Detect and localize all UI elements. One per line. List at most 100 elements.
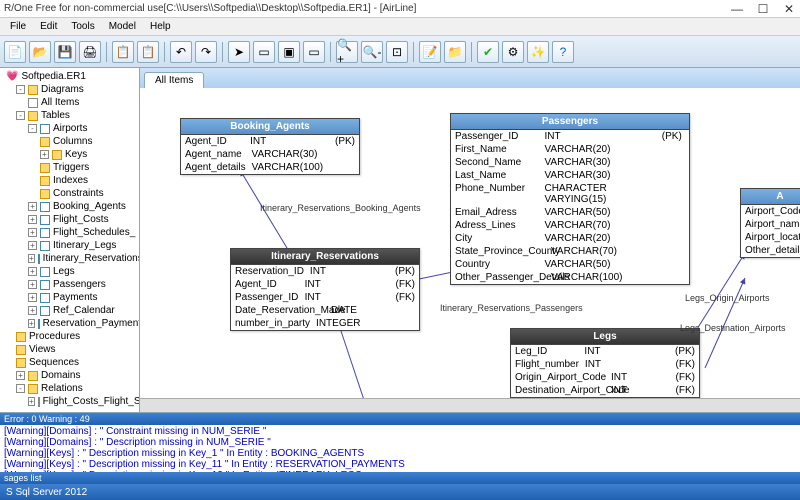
entity-passengers[interactable]: Passengers Passenger_IDINT(PK)First_Name… [450, 113, 690, 285]
window-icon[interactable]: ▣ [278, 41, 300, 63]
messages-body[interactable]: [Warning][Domains] : " Constraint missin… [0, 425, 800, 472]
entity-row: Destination_Airport_CodeINT(FK) [511, 384, 699, 397]
tab-allitems[interactable]: All Items [144, 72, 204, 88]
entity-row: First_NameVARCHAR(20) [451, 143, 689, 156]
gear-icon[interactable]: ⚙ [502, 41, 524, 63]
tree-domains[interactable]: +Domains [2, 369, 137, 382]
folder-icon[interactable]: 📁 [444, 41, 466, 63]
copy-icon[interactable]: 📋 [112, 41, 134, 63]
entity-row: Leg_IDINT(PK) [511, 345, 699, 358]
entity-header: Passengers [451, 114, 689, 130]
tree-relation-item[interactable]: +Flight_Costs_Flight_Sch [2, 395, 137, 408]
validate-icon[interactable]: ✔ [477, 41, 499, 63]
tree-table[interactable]: +Booking_Agents [2, 200, 137, 213]
toolbar: 📄 📂 💾 🖨 📋 📋 ↶ ↷ ➤ ▭ ▣ ▭ 🔍+ 🔍- ⊡ 📝 📁 ✔ ⚙ … [0, 36, 800, 68]
new-icon[interactable]: 📄 [4, 41, 26, 63]
minimize-icon[interactable]: — [730, 2, 744, 16]
menu-file[interactable]: File [4, 20, 32, 33]
entity-row: Date_Reservation_MadeDATE [231, 304, 419, 317]
tree-procedures[interactable]: Procedures [2, 330, 137, 343]
entity-header: A [741, 189, 800, 205]
zoom-fit-icon[interactable]: ⊡ [386, 41, 408, 63]
statusbar: S Sql Server 2012 [0, 484, 800, 500]
tree-keys[interactable]: +Keys [2, 148, 137, 161]
save-icon[interactable]: 💾 [54, 41, 76, 63]
entity-row: Email_AdressVARCHAR(50) [451, 206, 689, 219]
tree-allitems[interactable]: All Items [2, 96, 137, 109]
tree-triggers[interactable]: Triggers [2, 161, 137, 174]
entity-row: Agent_nameVARCHAR(30) [181, 148, 359, 161]
help-icon[interactable]: ? [552, 41, 574, 63]
entity-row: Airport_name [741, 218, 800, 231]
tree-table[interactable]: +Flight_Schedules_ [2, 226, 137, 239]
entity-row: CityVARCHAR(20) [451, 232, 689, 245]
entity-airports[interactable]: A Airport_CodeAirport_nameAirport_locati… [740, 188, 800, 258]
entity-row: Origin_Airport_CodeINT(FK) [511, 371, 699, 384]
menu-edit[interactable]: Edit [34, 20, 63, 33]
relation-label: Itinerary_Reservations_Booking_Agents [260, 203, 421, 213]
menu-help[interactable]: Help [144, 20, 177, 33]
print-icon[interactable]: 🖨 [79, 41, 101, 63]
redo-icon[interactable]: ↷ [195, 41, 217, 63]
tree-table[interactable]: +Passengers [2, 278, 137, 291]
tree-constraints[interactable]: Constraints [2, 187, 137, 200]
tree-table-airports[interactable]: -Airports [2, 122, 137, 135]
tree-table[interactable]: +Ref_Calendar [2, 304, 137, 317]
entity-row: Passenger_IDINT(FK) [231, 291, 419, 304]
tree-panel[interactable]: 💗Softpedia.ER1 -Diagrams All Items -Tabl… [0, 68, 140, 412]
entity-row: Other_Passenger_DetailsVARCHAR(100) [451, 271, 689, 284]
entity-booking-agents[interactable]: Booking_Agents Agent_IDINT(PK)Agent_name… [180, 118, 360, 175]
window-title: R/One Free for non-commercial use[C:\\Us… [4, 3, 730, 14]
relation-label: Legs_Destination_Airports [680, 323, 786, 333]
undo-icon[interactable]: ↶ [170, 41, 192, 63]
tree-table[interactable]: +Flight_Costs [2, 213, 137, 226]
entity-legs[interactable]: Legs Leg_IDINT(PK)Flight_numberINT(FK)Or… [510, 328, 700, 398]
tree-sequences[interactable]: Sequences [2, 356, 137, 369]
window-controls: — ☐ ✕ [730, 2, 796, 16]
tree-table[interactable]: +Reservation_Payments [2, 317, 137, 330]
pointer-icon[interactable]: ➤ [228, 41, 250, 63]
entity-icon[interactable]: ▭ [253, 41, 275, 63]
tree-table[interactable]: +Legs [2, 265, 137, 278]
entity-row: Passenger_IDINT(PK) [451, 130, 689, 143]
messages-header: Error : 0 Warning : 49 [0, 413, 800, 425]
tree-root[interactable]: 💗Softpedia.ER1 [2, 70, 137, 83]
canvas-area: All Items Booking_Agents Agent_IDINT(PK)… [140, 68, 800, 412]
tabstrip: All Items [140, 68, 800, 88]
paste-icon[interactable]: 📋 [137, 41, 159, 63]
zoom-out-icon[interactable]: 🔍- [361, 41, 383, 63]
menu-model[interactable]: Model [103, 20, 142, 33]
tree-tables[interactable]: -Tables [2, 109, 137, 122]
entity-row: Agent_IDINT(PK) [181, 135, 359, 148]
horizontal-scrollbar[interactable] [140, 398, 800, 412]
messages-footer: sages list [0, 472, 800, 484]
entity-row: Airport_Code [741, 205, 800, 218]
open-icon[interactable]: 📂 [29, 41, 51, 63]
entity-itinerary-reservations[interactable]: Itinerary_Reservations Reservation_IDINT… [230, 248, 420, 331]
menu-tools[interactable]: Tools [65, 20, 100, 33]
tree-relations[interactable]: -Relations [2, 382, 137, 395]
entity-row: Other_details [741, 244, 800, 257]
tree-views[interactable]: Views [2, 343, 137, 356]
close-icon[interactable]: ✕ [782, 2, 796, 16]
message-line: [Warning][Keys] : " Description missing … [2, 448, 798, 459]
relation-icon[interactable]: ▭ [303, 41, 325, 63]
entity-row: Adress_LinesVARCHAR(70) [451, 219, 689, 232]
entity-row: Last_NameVARCHAR(30) [451, 169, 689, 182]
note-icon[interactable]: 📝 [419, 41, 441, 63]
message-line: [Warning][Domains] : " Description missi… [2, 437, 798, 448]
tree-diagrams[interactable]: -Diagrams [2, 83, 137, 96]
maximize-icon[interactable]: ☐ [756, 2, 770, 16]
message-line: [Warning][Keys] : " Description missing … [2, 459, 798, 470]
entity-row: Agent_detailsVARCHAR(100) [181, 161, 359, 174]
main-area: 💗Softpedia.ER1 -Diagrams All Items -Tabl… [0, 68, 800, 412]
tree-table[interactable]: +Itinerary_Legs [2, 239, 137, 252]
zoom-in-icon[interactable]: 🔍+ [336, 41, 358, 63]
entity-row: Flight_numberINT(FK) [511, 358, 699, 371]
tree-indexes[interactable]: Indexes [2, 174, 137, 187]
wand-icon[interactable]: ✨ [527, 41, 549, 63]
tree-table[interactable]: +Payments [2, 291, 137, 304]
tree-columns[interactable]: Columns [2, 135, 137, 148]
tree-table[interactable]: +Itinerary_Reservations [2, 252, 137, 265]
diagram-canvas[interactable]: Booking_Agents Agent_IDINT(PK)Agent_name… [140, 88, 800, 398]
